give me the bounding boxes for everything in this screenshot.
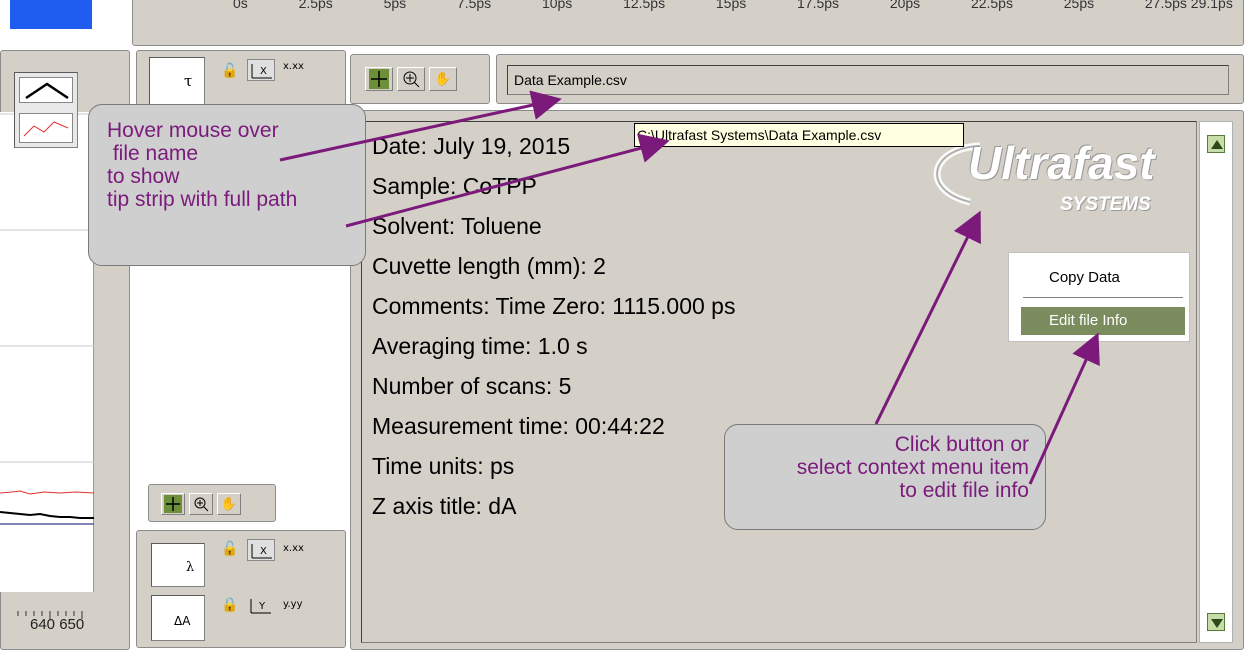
format-x-label: x.xx	[283, 543, 304, 554]
tick-label: 22.5ps	[970, 0, 1013, 11]
tick-label: 0s	[233, 0, 248, 11]
lock-icon[interactable]: 🔓	[221, 63, 238, 79]
file-info-toolbar: ✋	[350, 54, 490, 104]
file-path-tooltip-text: C:\Ultrafast Systems\Data Example.csv	[637, 127, 882, 143]
edit-file-info-label: Edit file Info	[1049, 312, 1128, 329]
y-lock-icon[interactable]: 🔒	[221, 597, 238, 613]
tick-label: 10ps	[541, 0, 573, 11]
svg-text:Y: Y	[258, 601, 266, 612]
tick-label: 20ps	[889, 0, 921, 11]
top-axis-tick-labels: 0s 2.5ps 5ps 7.5ps 10ps 12.5ps 15ps 17.5…	[233, 0, 1233, 11]
info-time-units: Time units: ps	[372, 453, 515, 479]
left-plot-graphic	[0, 113, 95, 525]
delta-a-label: ΔA	[174, 614, 191, 628]
info-cuvette: Cuvette length (mm): 2	[372, 253, 606, 279]
tick-label: 27.5ps 29.1ps	[1144, 0, 1233, 11]
crosshair-tool-icon[interactable]	[161, 493, 185, 515]
file-name-panel: Data Example.csv	[496, 54, 1244, 104]
top-axis-panel: 0s 2.5ps 5ps 7.5ps 10ps 12.5ps 15ps 17.5…	[132, 0, 1244, 46]
svg-text:X: X	[260, 546, 267, 557]
format-x-button[interactable]: x.xx	[283, 61, 304, 72]
crosshair-tool-icon[interactable]	[365, 67, 393, 91]
svg-text:X: X	[260, 66, 267, 77]
tick-label: 2.5ps	[298, 0, 333, 11]
left-plot-tick-labels: 640 650	[30, 616, 85, 633]
tick-label: 25ps	[1063, 0, 1095, 11]
zoom-tool-icon[interactable]	[397, 67, 425, 91]
info-sample: Sample: CoTPP	[372, 173, 537, 199]
menu-separator	[1023, 297, 1183, 298]
top-left-blue-block	[0, 0, 94, 30]
legend-box	[14, 72, 78, 148]
zoom-tool-icon[interactable]	[189, 493, 213, 515]
autoscale-x-icon[interactable]: X	[247, 59, 275, 81]
scroll-up-arrow-icon[interactable]	[1207, 135, 1225, 153]
info-measurement: Measurement time: 00:44:22	[372, 413, 665, 439]
file-name-text: Data Example.csv	[514, 72, 627, 88]
edit-file-info-menu-item[interactable]: Edit file Info	[1021, 307, 1185, 335]
hover-callout: Hover mouse over file name to show tip s…	[88, 104, 366, 266]
info-solvent: Solvent: Toluene	[372, 213, 542, 239]
info-averaging: Averaging time: 1.0 s	[372, 333, 588, 359]
logo-main-text: Ultrafast	[968, 137, 1155, 189]
peak-line-icon[interactable]	[19, 77, 73, 103]
pan-hand-icon[interactable]: ✋	[429, 67, 457, 91]
delta-a-field[interactable]: ΔA	[151, 595, 205, 641]
format-y-button[interactable]: y.yy	[283, 599, 303, 610]
red-trace	[0, 490, 95, 495]
tick-label: 5ps	[383, 0, 407, 11]
black-trace	[0, 511, 94, 519]
autoscale-x-icon[interactable]: X	[247, 539, 275, 561]
context-menu: Copy Data Edit file Info	[1008, 252, 1190, 342]
copy-data-menu-item[interactable]: Copy Data	[1049, 269, 1120, 286]
scroll-down-arrow-icon[interactable]	[1207, 613, 1225, 631]
autoscale-y-icon[interactable]: Y	[247, 595, 275, 617]
tau-field[interactable]: τ	[149, 57, 205, 107]
tick-label: 12.5ps	[623, 0, 666, 11]
click-callout: Click button or select context menu item…	[724, 424, 1046, 530]
left-spectrum-plot[interactable]	[0, 112, 95, 592]
hover-callout-text: Hover mouse over file name to show tip s…	[107, 119, 298, 211]
info-date: Date: July 19, 2015	[372, 133, 571, 159]
file-path-tooltip: C:\Ultrafast Systems\Data Example.csv	[634, 123, 964, 147]
kinetics-axis-controls: τ 🔓 X x.xx	[136, 50, 346, 108]
lambda-label: λ	[186, 560, 195, 575]
info-scans: Number of scans: 5	[372, 373, 572, 399]
red-wave-icon[interactable]	[19, 113, 73, 143]
info-comments: Comments: Time Zero: 1115.000 ps	[372, 293, 736, 319]
x-lock-icon[interactable]: 🔓	[221, 541, 238, 557]
spectra-axis-controls: λ 🔓 X x.xx ΔA 🔒 Y y.yy	[136, 530, 346, 648]
info-z-axis: Z axis title: dA	[372, 493, 517, 519]
spectra-tool-palette: ✋	[148, 484, 276, 522]
tick-label: 7.5ps	[456, 0, 492, 11]
lambda-field[interactable]: λ	[151, 543, 205, 587]
tau-label: τ	[184, 72, 193, 90]
scrollbar-track[interactable]	[1199, 121, 1233, 643]
file-name-field[interactable]: Data Example.csv	[507, 65, 1229, 95]
left-plot-axis-ticks	[0, 604, 94, 619]
logo-sub-text: SYSTEMS	[1060, 194, 1151, 215]
click-callout-text: Click button or select context menu item…	[796, 433, 1029, 502]
tick-label: 17.5ps	[797, 0, 840, 11]
pan-hand-icon[interactable]: ✋	[217, 493, 241, 515]
format-x-label: x.xx	[283, 61, 304, 72]
format-x-button[interactable]: x.xx	[283, 543, 304, 554]
tick-label: 15ps	[715, 0, 747, 11]
format-y-label: y.yy	[283, 599, 303, 610]
